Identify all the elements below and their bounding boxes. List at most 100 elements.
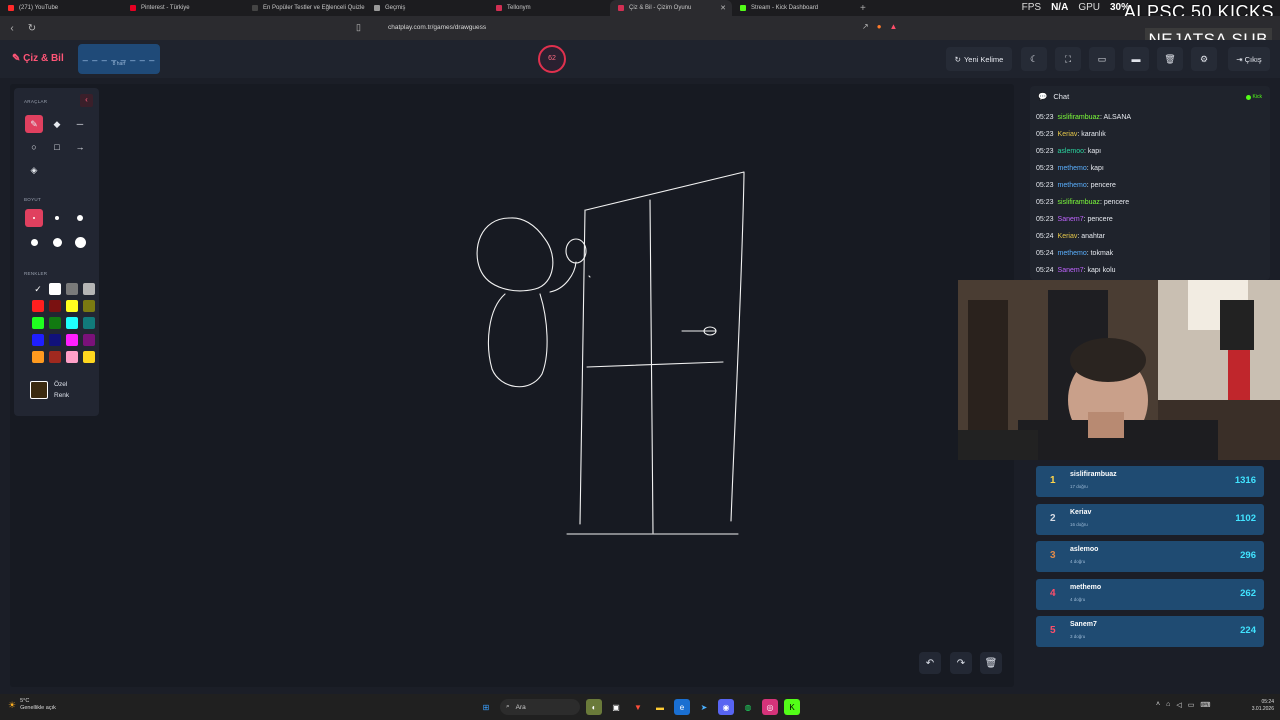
network-icon[interactable]: ⌂ [1166,701,1170,709]
reload-icon[interactable]: ↻ [24,23,40,34]
panel-icon[interactable]: ▬ [1123,47,1149,71]
back-icon[interactable]: ‹ [4,23,20,34]
taskbar-search[interactable]: ⌕ Ara [500,699,580,715]
extension-icon[interactable]: ● [877,22,882,31]
edge-icon[interactable]: e [674,699,690,715]
color-swatch[interactable] [66,300,78,312]
rectangle-tool[interactable]: □ [48,138,66,156]
size-6-button[interactable] [71,233,89,251]
browser-icon[interactable]: ▼ [630,699,646,715]
size-1-button[interactable] [25,209,43,227]
chat-username[interactable]: sislifirambuaz [1058,114,1100,121]
settings-gear-icon[interactable]: ⚙ [1191,47,1217,71]
color-swatch[interactable] [66,334,78,346]
size-2-button[interactable] [48,209,66,227]
color-swatch[interactable] [49,283,61,295]
fullscreen-icon[interactable]: ⛶ [1055,47,1081,71]
undo-button[interactable]: ↶ [919,652,941,674]
browser-tab[interactable]: En Popüler Testler ve Eğlenceli Quizle [244,0,366,16]
telegram-icon[interactable]: ➤ [696,699,712,715]
line-tool[interactable]: ─ [71,115,89,133]
eraser-tool[interactable]: ◆ [48,115,66,133]
circle-tool[interactable]: ○ [25,138,43,156]
chat-username[interactable]: methemo [1058,182,1087,189]
arrow-tool[interactable]: → [71,138,89,156]
color-swatch[interactable] [49,351,61,363]
browser-tab[interactable]: Stream - Kick Dashboard [732,0,854,16]
widget-icon[interactable]: ◐ [586,699,602,715]
color-swatch[interactable]: ✓ [32,283,44,295]
discord-icon[interactable]: ◉ [718,699,734,715]
system-clock[interactable]: 05:24 3.01.2026 [1252,699,1274,713]
tab-title: (271) YouTube [19,5,59,11]
drawing-canvas[interactable] [10,84,1014,687]
windows-start-icon[interactable]: ⊞ [478,699,494,715]
chat-username[interactable]: aslemoo [1058,148,1084,155]
file-explorer-icon[interactable]: ▬ [652,699,668,715]
chat-title: Chat [1053,92,1070,101]
battery-icon[interactable]: ▭ [1188,701,1195,709]
live-dot-icon [1245,94,1251,100]
volume-icon[interactable]: ◁ [1176,701,1181,709]
browser-tab[interactable]: Çiz & Bil - Çizim Oyunu ✕ [610,0,732,16]
color-swatch[interactable] [49,317,61,329]
color-swatch[interactable] [32,300,44,312]
color-swatch[interactable] [83,300,95,312]
chat-username[interactable]: methemo [1058,250,1087,257]
url-field[interactable]: chatplay.com.tr/games/drawguess [388,24,486,31]
color-swatch[interactable] [83,351,95,363]
chat-time: 05:24 [1036,233,1054,240]
new-word-button[interactable]: ↻ Yeni Kelime [946,47,1012,71]
size-4-button[interactable] [25,233,43,251]
custom-color-button[interactable] [30,381,48,399]
keyboard-icon[interactable]: ▭ [1089,47,1115,71]
share-icon[interactable]: ↗ [862,22,869,31]
browser-tab[interactable]: Geçmiş [366,0,488,16]
color-swatch[interactable] [83,334,95,346]
color-swatch[interactable] [32,334,44,346]
browser-tab[interactable]: (271) YouTube [0,0,122,16]
trash-icon[interactable]: 🗑 [1157,47,1183,71]
fill-bucket-tool[interactable]: ◈ [25,161,43,179]
color-swatch[interactable] [32,351,44,363]
pencil-tool[interactable]: ✎ [25,115,43,133]
alert-icon[interactable]: ▲ [890,22,898,31]
chat-username[interactable]: Keriav [1058,131,1078,138]
size-dot [77,215,83,221]
instagram-icon[interactable]: ◎ [762,699,778,715]
tray-chevron-icon[interactable]: ˄ [1156,701,1160,709]
collapse-icon[interactable]: ‹ [80,94,93,107]
color-swatch[interactable] [66,283,78,295]
dark-mode-icon[interactable]: ☾ [1021,47,1047,71]
language-icon[interactable]: ⌨ [1200,701,1210,709]
chat-username[interactable]: Sanem7 [1058,267,1084,274]
app-logo[interactable]: ✎ Çiz & Bil [12,53,64,64]
clock-date: 3.01.2026 [1251,706,1274,712]
new-tab-icon[interactable]: + [860,3,866,14]
clear-canvas-button[interactable]: 🗑 [980,652,1002,674]
weather-widget[interactable]: ☀ 5°C Genellikle açık [8,698,56,712]
browser-tab[interactable]: Pinterest - Türkiye [122,0,244,16]
redo-button[interactable]: ↷ [950,652,972,674]
color-swatch[interactable] [66,351,78,363]
size-5-button[interactable] [48,233,66,251]
kick-app-icon[interactable]: K [784,699,800,715]
color-swatch[interactable] [83,283,95,295]
spotify-icon[interactable]: ◍ [740,699,756,715]
chat-username[interactable]: sislifirambuaz [1058,199,1100,206]
tab-close-icon[interactable]: ✕ [720,4,726,12]
color-swatch[interactable] [49,300,61,312]
color-swatch[interactable] [32,317,44,329]
color-swatch[interactable] [66,317,78,329]
size-3-button[interactable] [71,209,89,227]
color-swatch[interactable] [83,317,95,329]
browser-tab[interactable]: Tellonym [488,0,610,16]
task-view-icon[interactable]: ▣ [608,699,624,715]
colors-title: RENKLER [24,271,48,276]
logout-button[interactable]: ⇥ Çıkış [1228,47,1270,71]
chat-username[interactable]: Sanem7 [1058,216,1084,223]
chat-username[interactable]: Keriav [1058,233,1078,240]
color-swatch[interactable] [49,334,61,346]
chat-username[interactable]: methemo [1058,165,1087,172]
bookmark-icon[interactable]: ▯ [356,22,361,33]
